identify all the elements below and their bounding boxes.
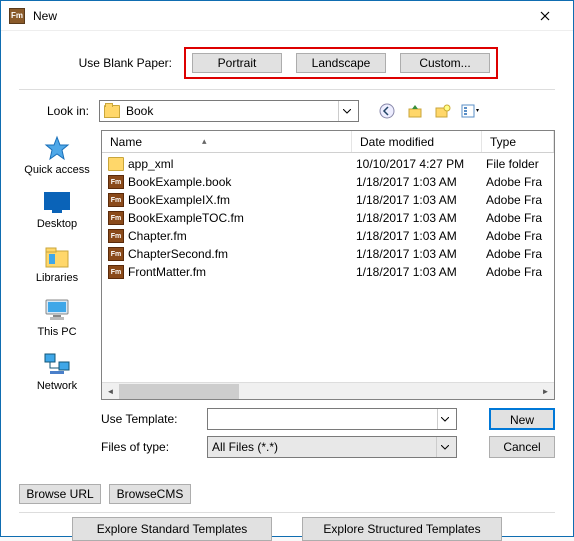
place-label: Desktop	[21, 218, 93, 230]
fm-file-icon: Fm	[108, 193, 124, 207]
file-name: Chapter.fm	[128, 229, 356, 243]
col-date[interactable]: Date modified	[352, 131, 482, 152]
file-date: 1/18/2017 1:03 AM	[356, 229, 486, 243]
browse-url-button[interactable]: Browse URL	[19, 484, 101, 504]
file-rows: app_xml10/10/2017 4:27 PMFile folder Fm Bo…	[102, 153, 554, 283]
col-type[interactable]: Type	[482, 131, 554, 152]
close-icon	[540, 11, 550, 21]
blank-paper-highlight: Portrait Landscape Custom...	[184, 47, 498, 79]
quick-access-icon	[40, 134, 74, 162]
scroll-thumb[interactable]	[119, 384, 239, 399]
blank-paper-label: Use Blank Paper:	[19, 56, 184, 70]
place-desktop[interactable]: Desktop	[21, 184, 93, 234]
file-name: FrontMatter.fm	[128, 265, 356, 279]
fm-file-icon: Fm	[108, 211, 124, 225]
view-menu-button[interactable]	[461, 101, 481, 121]
portrait-button[interactable]: Portrait	[192, 53, 282, 73]
use-template-field[interactable]	[212, 412, 437, 426]
file-type: Adobe Fra	[486, 247, 548, 261]
titlebar: Fm New	[1, 1, 573, 31]
file-date: 1/18/2017 1:03 AM	[356, 193, 486, 207]
file-row[interactable]: Fm BookExample.book1/18/2017 1:03 AMAdobe…	[102, 173, 554, 191]
new-dialog: Fm New Use Blank Paper: Portrait Landsca…	[0, 0, 574, 537]
place-label: Libraries	[21, 272, 93, 284]
new-button[interactable]: New	[489, 408, 555, 430]
scroll-right-icon[interactable]: ►	[537, 383, 554, 400]
places-bar: Quick access Desktop Libraries This PC N…	[19, 130, 95, 400]
file-date: 1/18/2017 1:03 AM	[356, 265, 486, 279]
file-name: app_xml	[128, 157, 356, 171]
files-of-type-label: Files of type:	[101, 440, 197, 454]
file-date: 1/18/2017 1:03 AM	[356, 247, 486, 261]
file-name: BookExample.book	[128, 175, 356, 189]
place-network[interactable]: Network	[21, 346, 93, 396]
file-list-pane: Name Date modified Type app_xml10/10/201…	[101, 130, 555, 400]
col-name[interactable]: Name	[102, 131, 352, 152]
up-one-level-button[interactable]	[405, 101, 425, 121]
place-this-pc[interactable]: This PC	[21, 292, 93, 342]
file-name: BookExampleTOC.fm	[128, 211, 356, 225]
chevron-down-icon	[338, 101, 354, 121]
place-label: Network	[21, 380, 93, 392]
close-button[interactable]	[525, 2, 565, 30]
file-type: File folder	[486, 157, 548, 171]
column-headers: Name Date modified Type	[102, 131, 554, 153]
file-row[interactable]: app_xml10/10/2017 4:27 PMFile folder	[102, 155, 554, 173]
fm-file-icon: Fm	[108, 265, 124, 279]
back-button[interactable]	[377, 101, 397, 121]
libraries-icon	[40, 242, 74, 270]
use-template-input[interactable]	[207, 408, 457, 430]
divider	[19, 89, 555, 90]
use-template-label: Use Template:	[101, 412, 197, 426]
custom-button[interactable]: Custom...	[400, 53, 490, 73]
horizontal-scrollbar[interactable]: ◄ ►	[102, 382, 554, 399]
app-icon: Fm	[9, 8, 25, 24]
files-of-type-select[interactable]: All Files (*.*)	[207, 436, 457, 458]
chevron-down-icon	[436, 437, 452, 457]
new-folder-button[interactable]	[433, 101, 453, 121]
cancel-button[interactable]: Cancel	[489, 436, 555, 458]
browse-cms-button[interactable]: BrowseCMS	[109, 484, 191, 504]
file-name: BookExampleIX.fm	[128, 193, 356, 207]
place-libraries[interactable]: Libraries	[21, 238, 93, 288]
network-icon	[40, 350, 74, 378]
look-in-value: Book	[126, 104, 153, 118]
fm-file-icon: Fm	[108, 175, 124, 189]
explore-standard-templates-button[interactable]: Explore Standard Templates	[72, 517, 272, 541]
this-pc-icon	[40, 296, 74, 324]
landscape-button[interactable]: Landscape	[296, 53, 386, 73]
file-type: Adobe Fra	[486, 229, 548, 243]
fm-file-icon: Fm	[108, 247, 124, 261]
look-in-label: Look in:	[19, 104, 99, 118]
place-label: This PC	[21, 326, 93, 338]
explore-structured-templates-button[interactable]: Explore Structured Templates	[302, 517, 502, 541]
file-type: Adobe Fra	[486, 193, 548, 207]
fm-file-icon: Fm	[108, 229, 124, 243]
file-row[interactable]: Fm Chapter.fm1/18/2017 1:03 AMAdobe Fra	[102, 227, 554, 245]
look-in-select[interactable]: Book	[99, 100, 359, 122]
place-quick-access[interactable]: Quick access	[21, 130, 93, 180]
file-date: 10/10/2017 4:27 PM	[356, 157, 486, 171]
file-type: Adobe Fra	[486, 175, 548, 189]
folder-icon	[104, 105, 120, 118]
file-name: ChapterSecond.fm	[128, 247, 356, 261]
files-of-type-value: All Files (*.*)	[212, 440, 436, 454]
divider	[19, 512, 555, 513]
file-date: 1/18/2017 1:03 AM	[356, 211, 486, 225]
window-title: New	[33, 9, 525, 23]
folder-icon	[108, 157, 124, 171]
file-date: 1/18/2017 1:03 AM	[356, 175, 486, 189]
file-row[interactable]: Fm BookExampleTOC.fm1/18/2017 1:03 AMAdob…	[102, 209, 554, 227]
scroll-left-icon[interactable]: ◄	[102, 383, 119, 400]
file-row[interactable]: Fm ChapterSecond.fm1/18/2017 1:03 AMAdobe…	[102, 245, 554, 263]
file-row[interactable]: Fm BookExampleIX.fm1/18/2017 1:03 AMAdobe…	[102, 191, 554, 209]
place-label: Quick access	[21, 164, 93, 176]
file-type: Adobe Fra	[486, 265, 548, 279]
desktop-icon	[40, 188, 74, 216]
file-row[interactable]: Fm FrontMatter.fm1/18/2017 1:03 AMAdobe F…	[102, 263, 554, 281]
file-type: Adobe Fra	[486, 211, 548, 225]
chevron-down-icon	[437, 409, 452, 429]
